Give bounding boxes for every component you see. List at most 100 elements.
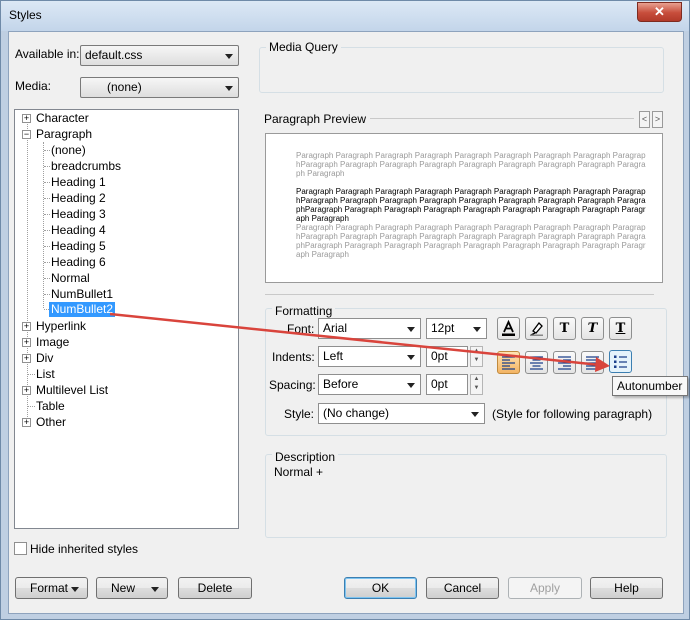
tree-item-none[interactable]: (none): [51, 143, 86, 158]
tree-line: [44, 294, 50, 295]
chevron-down-icon: [151, 587, 159, 592]
justify-button[interactable]: [581, 351, 604, 374]
spacing-select[interactable]: Before: [318, 374, 421, 395]
font-value: Arial: [323, 321, 348, 335]
font-select[interactable]: Arial: [318, 318, 421, 339]
tree-item-breadcrumbs[interactable]: breadcrumbs: [51, 159, 121, 174]
tree-item-hyperlink[interactable]: + Hyperlink: [22, 319, 222, 334]
spacing-spinner[interactable]: ▲ ▼: [470, 374, 483, 395]
tree-line: [28, 406, 35, 407]
italic-button[interactable]: T: [581, 317, 604, 340]
tree-item-paragraph[interactable]: − Paragraph: [22, 127, 222, 142]
media-select[interactable]: (none): [80, 77, 239, 98]
new-button[interactable]: New: [96, 577, 168, 599]
tree-item-heading-1[interactable]: Heading 1: [51, 175, 106, 190]
spin-up-icon[interactable]: ▲: [471, 347, 482, 356]
tree-line: [44, 262, 50, 263]
help-button[interactable]: Help: [590, 577, 663, 599]
expand-icon[interactable]: +: [22, 322, 31, 331]
preview-prev-button[interactable]: <: [639, 111, 650, 128]
chevron-down-icon: [225, 54, 233, 59]
tree-item-heading-3[interactable]: Heading 3: [51, 207, 106, 222]
format-button-label: Format: [30, 581, 69, 595]
description-label: Description: [272, 450, 339, 464]
indents-select[interactable]: Left: [318, 346, 421, 367]
tree-line: [44, 198, 50, 199]
next-style-hint: (Style for following paragraph): [492, 407, 653, 421]
available-in-select[interactable]: default.css: [80, 45, 239, 66]
spin-up-icon[interactable]: ▲: [471, 375, 482, 384]
tree-item-numbullet2-selected[interactable]: NumBullet2: [49, 302, 116, 317]
chevron-down-icon: [225, 86, 233, 91]
indents-value: Left: [323, 349, 344, 363]
tree-item-heading-5[interactable]: Heading 5: [51, 239, 106, 254]
next-style-select[interactable]: (No change): [318, 403, 485, 424]
align-right-button[interactable]: [553, 351, 576, 374]
indents-amount-input[interactable]: 0pt: [426, 346, 468, 367]
spin-down-icon[interactable]: ▼: [471, 356, 482, 365]
underline-button[interactable]: T: [609, 317, 632, 340]
tree-item-label: Hyperlink: [36, 319, 87, 333]
tree-item-numbullet1[interactable]: NumBullet1: [51, 287, 113, 302]
font-size-select[interactable]: 12pt: [426, 318, 487, 339]
collapse-icon[interactable]: −: [22, 130, 31, 139]
format-button[interactable]: Format: [15, 577, 88, 599]
separator: [265, 294, 654, 295]
tree-item-label: Multilevel List: [36, 383, 109, 397]
font-label: Font:: [287, 322, 315, 336]
tree-item-heading-4[interactable]: Heading 4: [51, 223, 106, 238]
description-group: Description Normal +: [265, 450, 667, 538]
font-color-button[interactable]: [497, 317, 520, 340]
tree-line: [44, 166, 50, 167]
tree-item-other[interactable]: + Other: [22, 415, 222, 430]
tree-line: [44, 214, 50, 215]
font-size-value: 12pt: [431, 321, 455, 335]
hide-inherited-checkbox[interactable]: [14, 542, 27, 555]
expand-icon[interactable]: +: [22, 338, 31, 347]
ok-button[interactable]: OK: [344, 577, 417, 599]
expand-icon[interactable]: +: [22, 114, 31, 123]
highlight-button[interactable]: [525, 317, 548, 340]
tree-item-image[interactable]: + Image: [22, 335, 222, 350]
style-tree[interactable]: + Character − Paragraph (none) breadcrum…: [14, 109, 239, 529]
tree-item-heading-2[interactable]: Heading 2: [51, 191, 106, 206]
bulleted-list-icon: [614, 355, 627, 368]
align-left-icon: [502, 356, 515, 370]
expand-icon[interactable]: +: [22, 418, 31, 427]
indents-spinner[interactable]: ▲ ▼: [470, 346, 483, 367]
tree-item-list[interactable]: List: [36, 367, 55, 382]
title-bar[interactable]: Styles ✕: [1, 1, 689, 31]
tree-item-label: Other: [36, 415, 67, 429]
tree-item-table[interactable]: Table: [36, 399, 65, 414]
tree-item-character[interactable]: + Character: [22, 111, 222, 126]
tree-line: [44, 246, 50, 247]
autonumber-button[interactable]: [609, 350, 632, 373]
expand-icon[interactable]: +: [22, 386, 31, 395]
tree-item-heading-6[interactable]: Heading 6: [51, 255, 106, 270]
spin-down-icon[interactable]: ▼: [471, 384, 482, 393]
separator: [370, 118, 634, 119]
preview-next-button[interactable]: >: [652, 111, 663, 128]
tree-item-label: Image: [36, 335, 70, 349]
tree-item-normal[interactable]: Normal: [51, 271, 90, 286]
tree-item-label: Character: [36, 111, 89, 125]
cancel-button[interactable]: Cancel: [426, 577, 499, 599]
chevron-down-icon: [407, 327, 415, 332]
tree-line: [44, 230, 50, 231]
bold-button[interactable]: T: [553, 317, 576, 340]
align-left-button[interactable]: [497, 351, 520, 374]
align-center-button[interactable]: [525, 351, 548, 374]
spacing-amount-input[interactable]: 0pt: [426, 374, 468, 395]
chevron-down-icon: [471, 412, 479, 417]
preview-before-paragraph: Paragraph Paragraph Paragraph Paragraph …: [296, 151, 646, 178]
expand-icon[interactable]: +: [22, 354, 31, 363]
window-title: Styles: [9, 8, 42, 22]
justify-icon: [586, 356, 599, 370]
tree-item-multilevel-list[interactable]: + Multilevel List: [22, 383, 222, 398]
apply-button[interactable]: Apply: [508, 577, 582, 599]
delete-button[interactable]: Delete: [178, 577, 252, 599]
media-query-label: Media Query: [266, 40, 341, 54]
tree-line: [44, 278, 50, 279]
tree-item-div[interactable]: + Div: [22, 351, 222, 366]
close-button[interactable]: ✕: [637, 2, 682, 22]
